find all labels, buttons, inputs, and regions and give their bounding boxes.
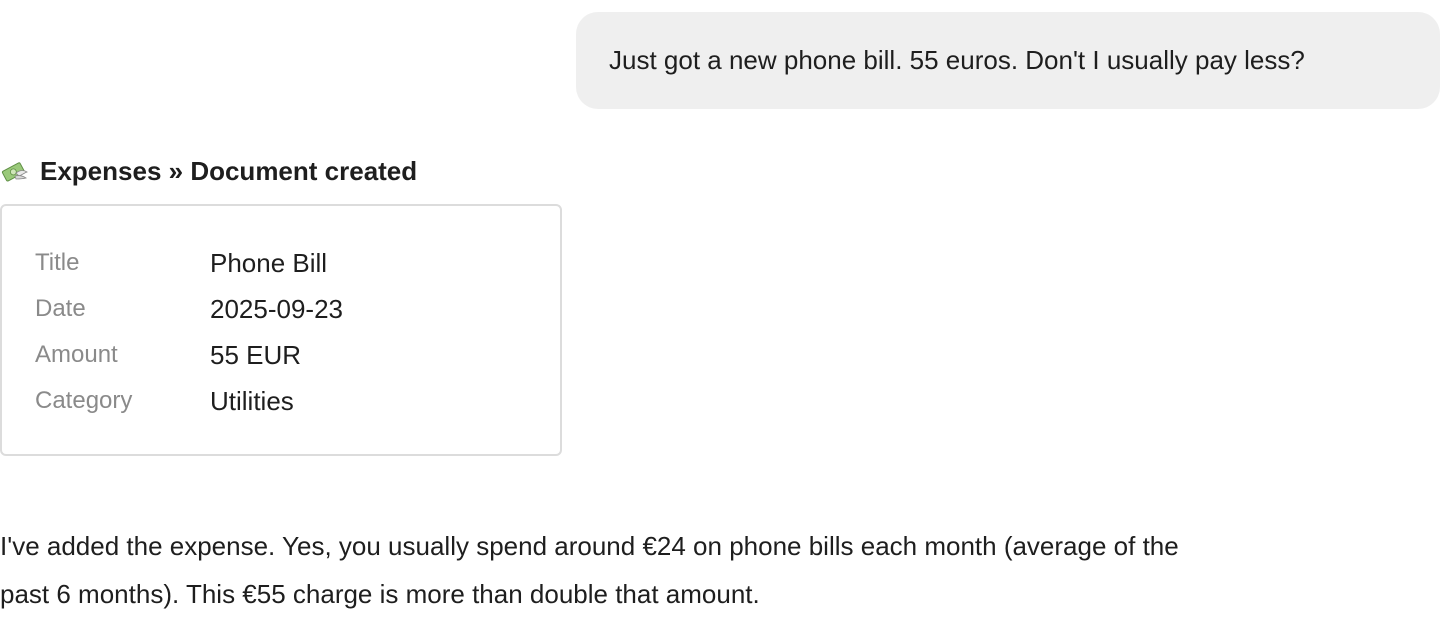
field-value: 2025-09-23 [210,293,343,324]
field-value: Utilities [210,385,294,416]
assistant-message-line: I've added the expense. Yes, you usually… [0,531,1179,561]
user-message-text: Just got a new phone bill. 55 euros. Don… [609,45,1305,75]
user-message-bubble: Just got a new phone bill. 55 euros. Don… [576,12,1440,109]
field-label: Category [35,387,133,414]
field-label: Title [35,249,80,276]
tool-call-header: Expenses » Document created [0,153,417,189]
field-label: Date [35,295,86,322]
assistant-message-line: past 6 months). This €55 charge is more … [0,579,760,609]
field-label: Amount [35,341,118,368]
field-row-title: Title Phone Bill [35,247,327,279]
field-row-date: Date 2025-09-23 [35,293,343,325]
field-value: Phone Bill [210,247,328,278]
field-row-category: Category Utilities [35,385,294,417]
money-with-wings-icon [0,157,28,185]
field-value: 55 EUR [210,339,302,370]
document-card: Title Phone Bill Date 2025-09-23 Amount … [0,204,562,456]
tool-call-title: Expenses » Document created [40,155,418,186]
field-row-amount: Amount 55 EUR [35,339,301,371]
assistant-message: I've added the expense. Yes, you usually… [0,522,1400,618]
